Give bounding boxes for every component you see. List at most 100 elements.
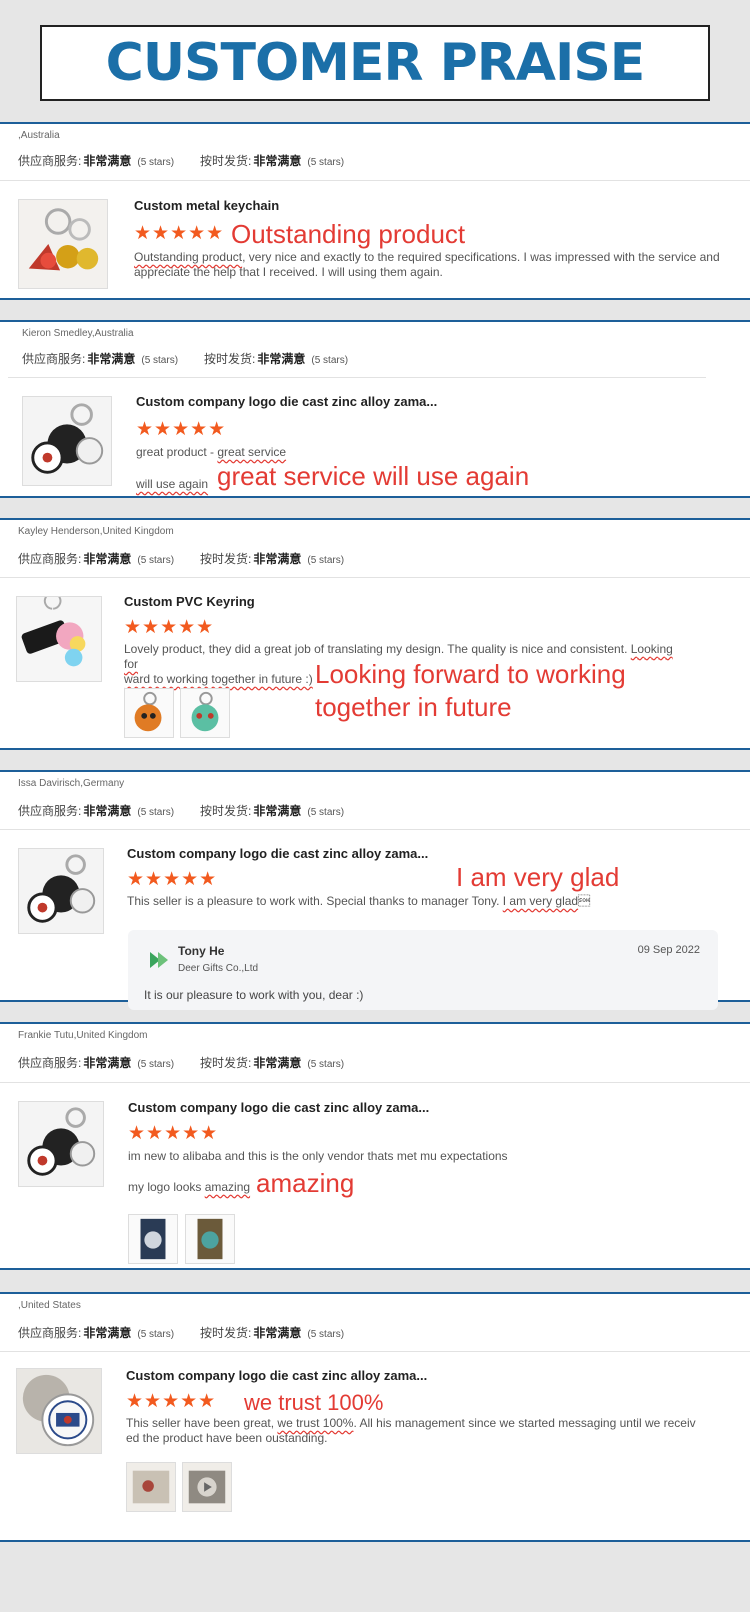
supplier-service-stars: (5 stars) [137,807,175,818]
reviewer-location: Frankie Tutu,United Kingdom [18,1030,148,1041]
on-time-delivery-label: 按时发货: [200,804,252,818]
rating-summary: 供应商服务: 非常满意 (5 stars) 按时发货: 非常满意 (5 stars) [18,550,370,567]
star-rating: ★★★★★ [128,1123,219,1144]
divider [0,829,750,830]
reply-text: It is our pleasure to work with you, dea… [144,988,364,1002]
on-time-delivery-label: 按时发货: [200,552,252,566]
on-time-delivery-stars: (5 stars) [311,355,349,366]
review-card: Frankie Tutu,United Kingdom 供应商服务: 非常满意 (5… [0,1022,750,1270]
review-text-line2: will use again [136,477,209,491]
supplier-service-value: 非常满意 [83,1056,132,1070]
supplier-service-label: 供应商服务: [18,1326,82,1340]
highlight-callout: amazing [256,1168,355,1198]
divider [0,180,750,181]
product-thumbnail[interactable] [18,199,108,289]
review-text-line2: my logo looks amazing [128,1180,251,1194]
supplier-service-label: 供应商服务: [18,1056,82,1070]
review-photo[interactable] [128,1214,178,1264]
product-thumbnail[interactable] [16,1368,102,1454]
rating-summary: 供应商服务: 非常满意 (5 stars) 按时发货: 非常满意 (5 stars) [18,1054,370,1071]
supplier-service-label: 供应商服务: [18,154,82,168]
on-time-delivery-stars: (5 stars) [307,1329,345,1340]
reviewer-location: ,United States [18,1300,81,1311]
product-thumbnail[interactable] [16,596,102,682]
product-title[interactable]: Custom company logo die cast zinc alloy … [128,1100,429,1115]
reviewer-location: Kieron Smedley,Australia [22,328,134,339]
reply-company: Deer Gifts Co.,Ltd [178,963,259,974]
supplier-service-value: 非常满意 [87,352,136,366]
review-card: Kayley Henderson,United Kingdom 供应商服务: 非常… [0,518,750,750]
product-title[interactable]: Custom PVC Keyring [124,594,255,609]
review-card: Issa Davirisch,Germany 供应商服务: 非常满意 (5 star… [0,770,750,1010]
star-rating: ★★★★★ [126,1391,217,1412]
star-rating: ★★★★★ [134,223,225,244]
seller-reply: Tony He Deer Gifts Co.,Ltd 09 Sep 2022 I… [128,930,718,1010]
highlight-callout: Looking forward to working together in fu… [315,659,626,722]
product-thumbnail[interactable] [18,848,104,934]
star-rating: ★★★★★ [136,419,227,440]
on-time-delivery-value: 非常满意 [253,154,302,168]
supplier-service-label: 供应商服务: [18,804,82,818]
review-card: Kieron Smedley,Australia 供应商服务: 非常满意 (5 st… [0,320,750,498]
review-text: This seller have been great, we trust 10… [126,1416,696,1445]
review-text: Outstanding product, very nice and exact… [134,250,720,279]
on-time-delivery-value: 非常满意 [257,352,306,366]
product-title[interactable]: Custom company logo die cast zinc alloy … [126,1368,427,1383]
review-photo[interactable] [124,688,174,738]
on-time-delivery-value: 非常满意 [253,804,302,818]
review-text: im new to alibaba and this is the only v… [128,1149,508,1163]
supplier-service-stars: (5 stars) [137,1059,175,1070]
on-time-delivery-stars: (5 stars) [307,555,345,566]
supplier-service-value: 非常满意 [83,552,132,566]
product-title[interactable]: Custom company logo die cast zinc alloy … [127,846,428,861]
supplier-service-stars: (5 stars) [137,1329,175,1340]
on-time-delivery-label: 按时发货: [200,154,252,168]
highlight-callout: I am very glad [456,862,620,892]
divider [8,377,706,378]
rating-summary: 供应商服务: 非常满意 (5 stars) 按时发货: 非常满意 (5 stars) [18,1324,370,1341]
highlight-callout: we trust 100% [244,1390,384,1415]
review-card: ,United States 供应商服务: 非常满意 (5 stars) 按时发货:… [0,1292,750,1542]
divider [0,1082,750,1083]
product-thumbnail[interactable] [22,396,112,486]
reviewer-location: Issa Davirisch,Germany [18,778,125,789]
rating-summary: 供应商服务: 非常满意 (5 stars) 按时发货: 非常满意 (5 stars) [22,350,374,367]
reply-author: Tony He [178,944,225,958]
star-rating: ★★★★★ [124,617,215,638]
highlight-callout: great service will use again [217,461,530,491]
product-title[interactable]: Custom company logo die cast zinc alloy … [136,394,437,409]
page-header: CUSTOMER PRAISE [40,25,710,101]
highlight-callout: Outstanding product [231,219,466,249]
supplier-service-label: 供应商服务: [22,352,86,366]
page-title: CUSTOMER PRAISE [105,33,646,93]
review-photo[interactable] [185,1214,235,1264]
on-time-delivery-label: 按时发货: [200,1326,252,1340]
on-time-delivery-label: 按时发货: [204,352,256,366]
supplier-service-value: 非常满意 [83,154,132,168]
supplier-service-stars: (5 stars) [141,355,179,366]
review-photo[interactable] [180,688,230,738]
supplier-service-label: 供应商服务: [18,552,82,566]
supplier-service-stars: (5 stars) [137,157,175,168]
review-text: This seller is a pleasure to work with. … [127,894,591,908]
supplier-service-stars: (5 stars) [137,555,175,566]
review-photo[interactable] [182,1462,232,1512]
on-time-delivery-value: 非常满意 [253,552,302,566]
on-time-delivery-value: 非常满意 [253,1056,302,1070]
on-time-delivery-stars: (5 stars) [307,807,345,818]
on-time-delivery-stars: (5 stars) [307,157,345,168]
reviewer-location: Kayley Henderson,United Kingdom [18,526,174,537]
on-time-delivery-stars: (5 stars) [307,1059,345,1070]
company-logo-icon [150,952,168,968]
reply-date: 09 Sep 2022 [637,944,700,956]
divider [0,1351,750,1352]
review-text: great product - great service [136,445,287,459]
star-rating: ★★★★★ [127,869,218,890]
product-thumbnail[interactable] [18,1101,104,1187]
review-photo[interactable] [126,1462,176,1512]
supplier-service-value: 非常满意 [83,1326,132,1340]
reviewer-location: ,Australia [18,130,60,141]
rating-summary: 供应商服务: 非常满意 (5 stars) 按时发货: 非常满意 (5 stars) [18,152,370,169]
product-title[interactable]: Custom metal keychain [134,198,279,213]
divider [0,577,750,578]
